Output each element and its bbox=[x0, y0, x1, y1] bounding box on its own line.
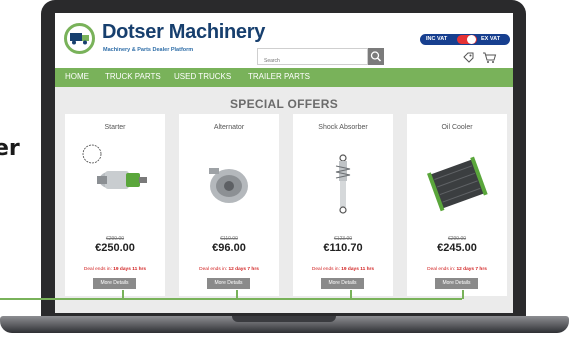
more-details-button[interactable]: More Details bbox=[207, 278, 250, 289]
product-card[interactable]: Starter €299.00 €250.00 Deal ends in: 19… bbox=[65, 114, 165, 296]
nav-item-trailer-parts[interactable]: TRAILER PARTS bbox=[248, 72, 310, 81]
callout-tick bbox=[350, 290, 352, 299]
more-details-button[interactable]: More Details bbox=[435, 278, 478, 289]
brand-name[interactable]: Dotser Machinery bbox=[102, 21, 265, 44]
product-card[interactable]: Oil Cooler €299.00 €245.00 Deal ends in:… bbox=[407, 114, 507, 296]
search-icon bbox=[370, 51, 382, 62]
section-title: SPECIAL OFFERS bbox=[230, 97, 338, 111]
current-price: €250.00 bbox=[95, 242, 135, 254]
callout-line bbox=[0, 298, 462, 300]
tag-icon[interactable] bbox=[462, 51, 475, 64]
shock-absorber-image bbox=[335, 154, 351, 214]
laptop-screen: Dotser Machinery Machinery & Parts Deale… bbox=[55, 13, 513, 313]
partial-heading: er bbox=[0, 136, 20, 161]
current-price: €245.00 bbox=[437, 242, 477, 254]
product-name[interactable]: Oil Cooler bbox=[407, 124, 507, 131]
brand-tagline: Machinery & Parts Dealer Platform bbox=[103, 47, 194, 53]
deal-countdown: Deal ends in: 19 days 11 hrs bbox=[311, 267, 375, 272]
product-name[interactable]: Starter bbox=[65, 124, 165, 131]
cart-icon[interactable] bbox=[482, 51, 497, 64]
vat-switch-knob bbox=[467, 35, 476, 44]
current-price: €96.00 bbox=[212, 242, 246, 254]
search-button[interactable] bbox=[368, 48, 384, 65]
callout-tick bbox=[122, 290, 124, 299]
product-card[interactable]: Alternator €110.00 €96.00 Deal ends in: … bbox=[179, 114, 279, 296]
deal-countdown: Deal ends in: 12 days 7 hrs bbox=[199, 267, 259, 272]
callout-tick bbox=[462, 290, 464, 299]
vat-toggle[interactable]: INC VAT EX VAT bbox=[420, 34, 510, 45]
oil-cooler-image bbox=[427, 156, 488, 212]
deal-countdown: Deal ends in: 12 days 7 hrs bbox=[427, 267, 487, 272]
product-name[interactable]: Shock Absorber bbox=[293, 124, 393, 131]
logo-truck-icon[interactable] bbox=[64, 23, 95, 54]
main-nav: HOME TRUCK PARTS USED TRUCKS TRAILER PAR… bbox=[55, 68, 513, 87]
nav-item-truck-parts[interactable]: TRUCK PARTS bbox=[105, 72, 161, 81]
nav-item-home[interactable]: HOME bbox=[65, 72, 89, 81]
more-details-button[interactable]: More Details bbox=[321, 278, 364, 289]
product-card[interactable]: Shock Absorber €123.00 €110.70 Deal ends… bbox=[293, 114, 393, 296]
search-input[interactable] bbox=[258, 53, 367, 69]
site-header: Dotser Machinery Machinery & Parts Deale… bbox=[55, 13, 513, 69]
inc-vat-label: INC VAT bbox=[426, 36, 448, 42]
callout-tick bbox=[236, 290, 238, 299]
laptop-notch bbox=[232, 316, 336, 322]
more-details-button[interactable]: More Details bbox=[93, 278, 136, 289]
ex-vat-label: EX VAT bbox=[481, 36, 501, 42]
nav-item-used-trucks[interactable]: USED TRUCKS bbox=[174, 72, 231, 81]
product-name[interactable]: Alternator bbox=[179, 124, 279, 131]
screen-footer-area bbox=[55, 303, 513, 313]
current-price: €110.70 bbox=[323, 242, 363, 254]
vat-switch[interactable] bbox=[457, 35, 477, 44]
search-field[interactable] bbox=[257, 48, 368, 69]
alternator-image bbox=[209, 168, 248, 203]
deal-countdown: Deal ends in: 19 days 11 hrs bbox=[83, 267, 147, 272]
starter-motor-image bbox=[82, 144, 147, 189]
